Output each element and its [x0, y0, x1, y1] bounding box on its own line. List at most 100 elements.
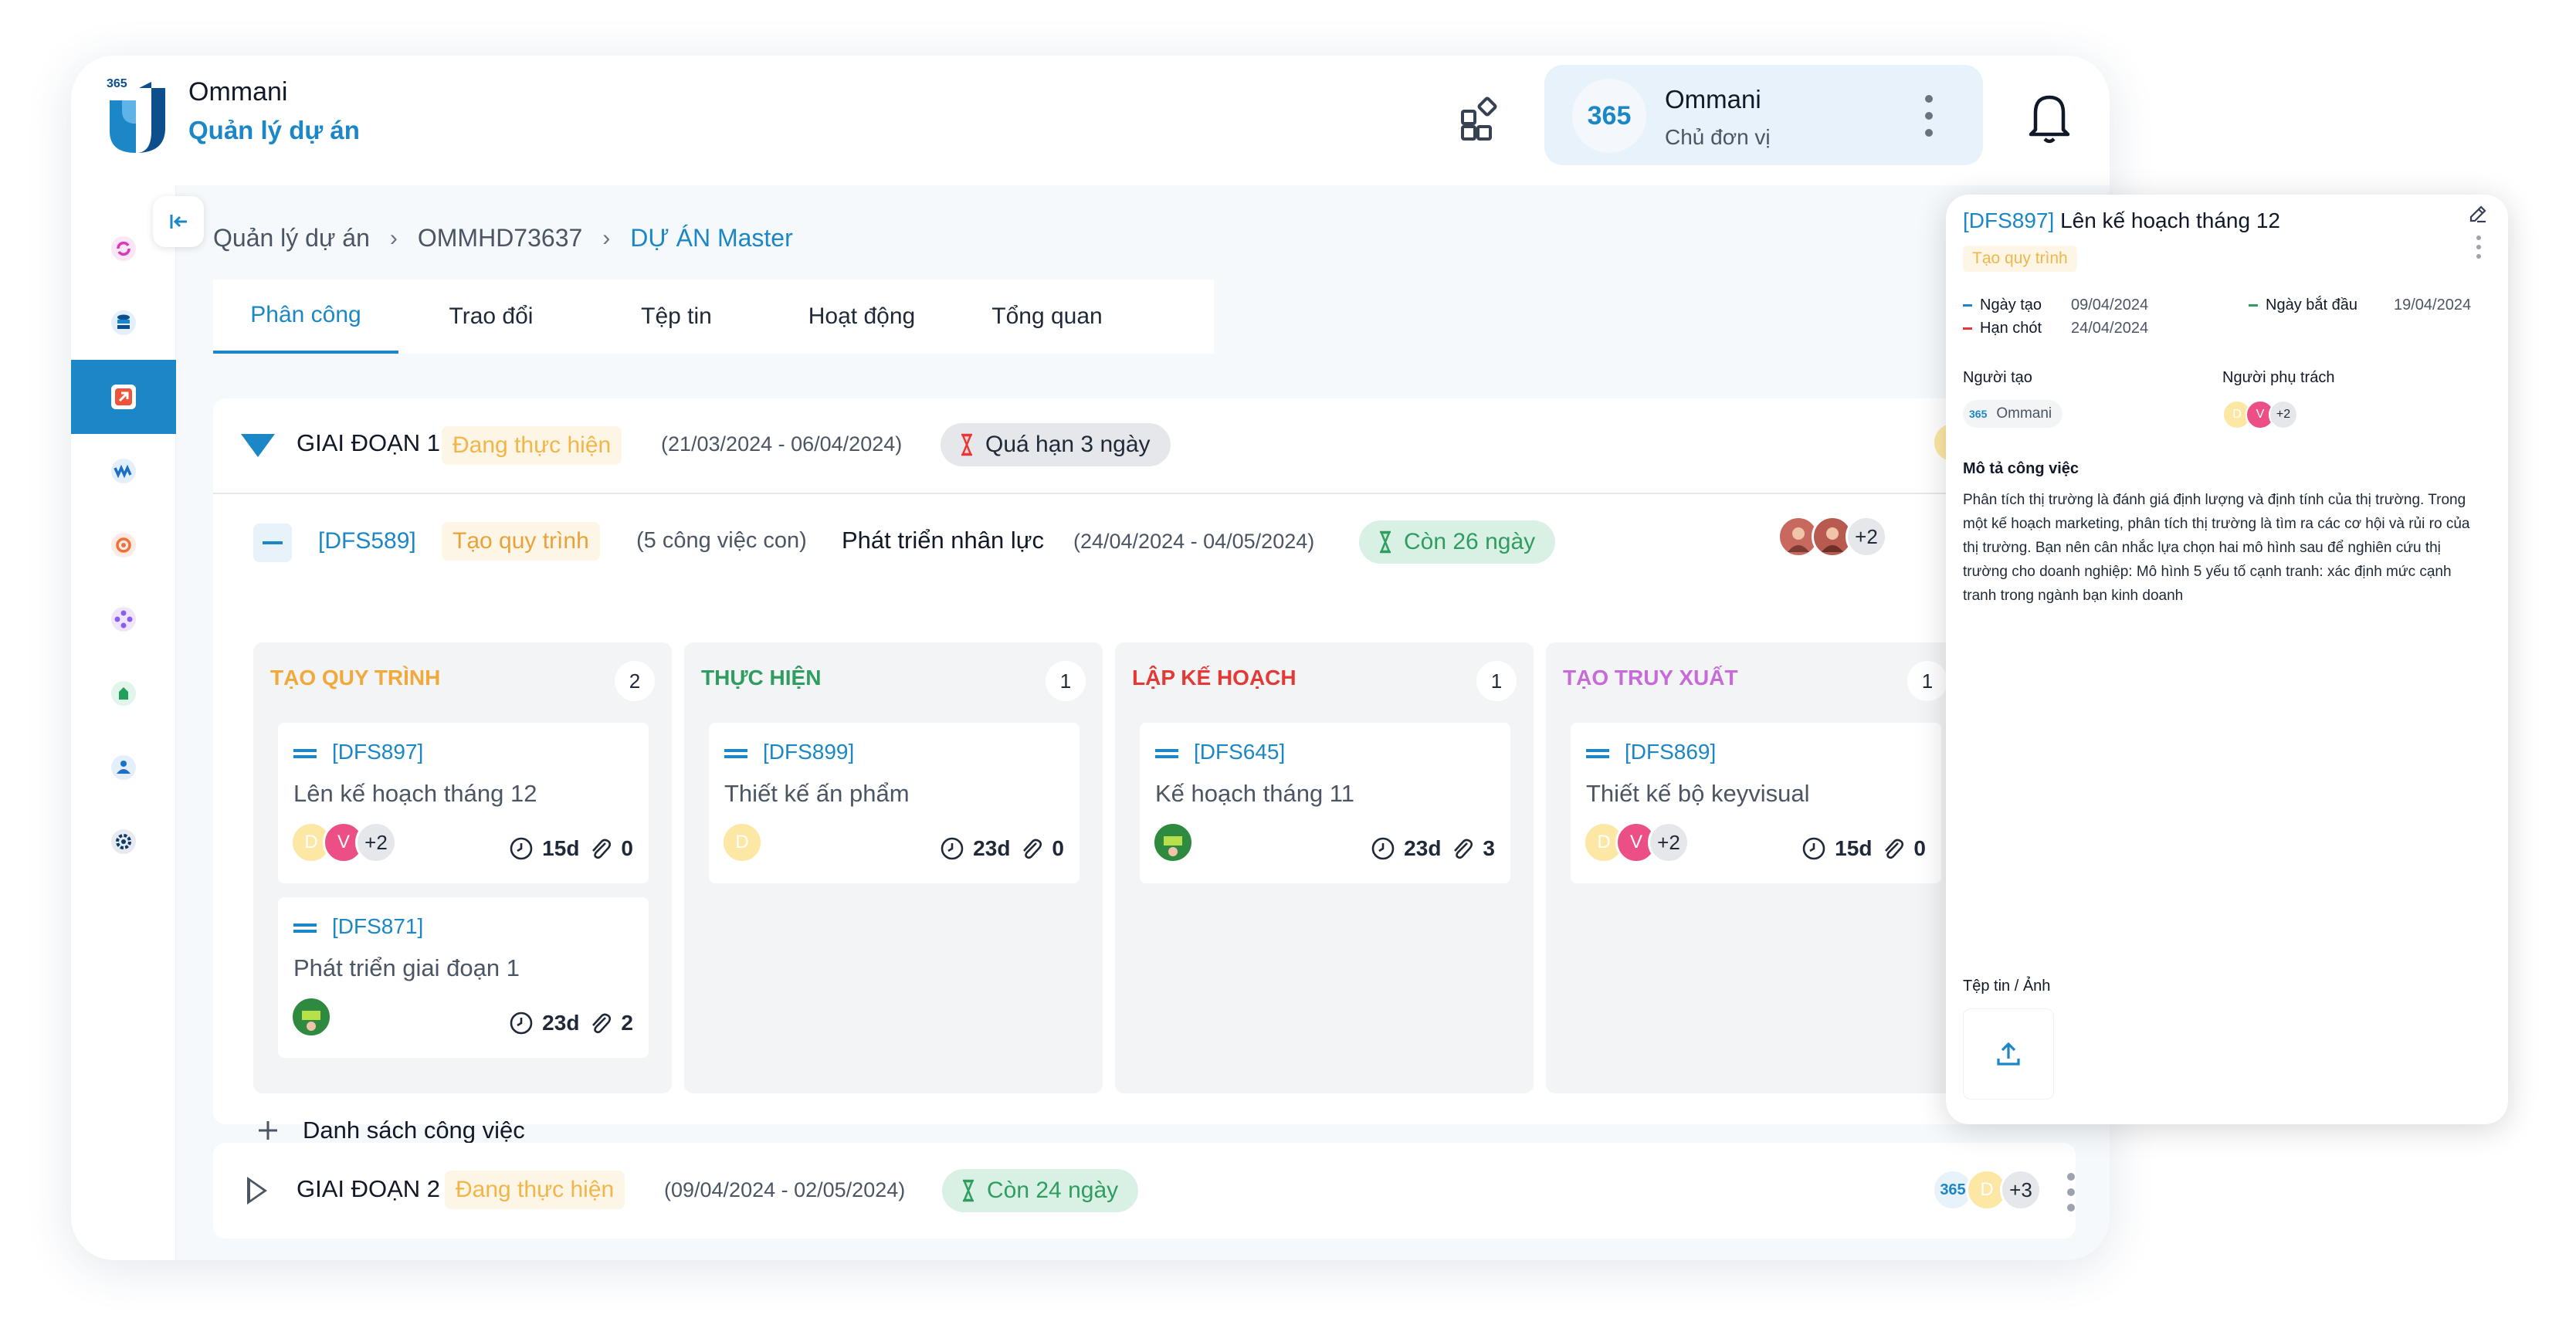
task-duration: 23d	[542, 1011, 580, 1035]
caret-down-icon[interactable]	[241, 434, 275, 457]
created-label: Ngày tạo	[1963, 297, 2042, 314]
avatar-more[interactable]: +2	[1846, 516, 1887, 557]
bell-icon[interactable]	[2025, 90, 2074, 145]
task-code[interactable]: [DFS869]	[1625, 740, 1716, 764]
remaining-text: Còn 26 ngày	[1404, 529, 1536, 554]
task-attachments: 2	[621, 1011, 633, 1035]
task-meta: 15d 0	[508, 835, 633, 862]
more-vertical-icon[interactable]	[1921, 91, 1937, 141]
task-code[interactable]: [DFS897]	[332, 740, 423, 764]
priority-icon	[293, 923, 317, 933]
detail-code[interactable]: [DFS897]	[1963, 208, 2054, 232]
kanban-column: THỰC HIỆN 1 [DFS899] Thiết kế ấn phẩm D …	[684, 642, 1103, 1093]
group-tag: Tạo quy trình	[442, 522, 600, 561]
tab-hoat-dong[interactable]: Hoạt động	[769, 280, 954, 354]
collapse-sidebar-button[interactable]	[153, 196, 204, 247]
start-label: Ngày bắt đầu	[2249, 297, 2357, 314]
sidebar-item-wave[interactable]	[71, 434, 176, 508]
avatar[interactable]: D	[721, 822, 763, 863]
sync-icon	[111, 236, 136, 261]
detail-name: Lên kế hoạch tháng 12	[2060, 208, 2280, 232]
task-card[interactable]: [DFS871] Phát triển giai đoạn 1 23d 2	[278, 897, 649, 1058]
avatar-more[interactable]: +3	[2000, 1169, 2042, 1211]
phase-card: GIAI ĐOẠN 1 Đang thực hiện (21/03/2024 -…	[213, 398, 2076, 1144]
breadcrumb: Quản lý dự án › OMMHD73637 › DỰ ÁN Maste…	[213, 224, 793, 252]
sidebar-item-projects[interactable]	[71, 360, 176, 434]
app-window: 365 Ommani Quản lý dự án 365 Ommani Chủ …	[71, 56, 2110, 1260]
clock-icon	[1371, 837, 1395, 860]
avatar-more[interactable]: +2	[1648, 822, 1690, 863]
paperclip-icon	[1885, 839, 1904, 859]
task-name[interactable]: Thiết kế ấn phẩm	[724, 780, 910, 808]
account-avatar: 365	[1572, 79, 1646, 153]
add-task-list-button[interactable]: Danh sách công việc	[256, 1117, 525, 1144]
avatar-more[interactable]: +2	[355, 822, 397, 863]
task-code[interactable]: [DFS645]	[1194, 740, 1285, 764]
task-code[interactable]: [DFS899]	[763, 740, 854, 764]
tab-phan-cong[interactable]: Phân công	[213, 280, 398, 354]
task-card[interactable]: [DFS645] Kế hoạch tháng 11 23d 3	[1140, 723, 1510, 883]
sidebar-item-settings[interactable]	[71, 805, 176, 879]
upload-button[interactable]	[1963, 1008, 2054, 1100]
task-name[interactable]: Lên kế hoạch tháng 12	[293, 780, 537, 808]
creator-label: Người tạo	[1963, 369, 2032, 386]
edit-pencil-icon[interactable]	[2468, 204, 2488, 224]
sidebar-item-database[interactable]	[71, 286, 176, 360]
status-badge: Đang thực hiện	[442, 426, 622, 465]
phase-dates: (09/04/2024 - 02/05/2024)	[664, 1178, 906, 1201]
avatar[interactable]	[290, 996, 332, 1038]
wave-icon	[111, 459, 136, 483]
task-name[interactable]: Phát triển giai đoạn 1	[293, 954, 520, 982]
account-avatar-text: 365	[1587, 100, 1632, 130]
more-vertical-icon[interactable]	[2476, 235, 2482, 259]
tab-trao-doi[interactable]: Trao đổi	[398, 280, 584, 354]
task-card[interactable]: [DFS899] Thiết kế ấn phẩm D 23d 0	[709, 723, 1080, 883]
tab-bar: Phân công Trao đổi Tệp tin Hoạt động Tổn…	[213, 280, 1214, 354]
sidebar-item-people[interactable]	[71, 730, 176, 805]
phase-header[interactable]: GIAI ĐOẠN 1 Đang thực hiện (21/03/2024 -…	[213, 398, 2076, 494]
sidebar-item-finance[interactable]	[71, 656, 176, 730]
avatar-more[interactable]: +2	[2269, 400, 2298, 429]
task-duration: 15d	[542, 836, 580, 860]
group-code[interactable]: [DFS589]	[318, 528, 416, 554]
column-count: 1	[1907, 661, 1947, 701]
task-code[interactable]: [DFS871]	[332, 914, 423, 939]
breadcrumb-item[interactable]: Quản lý dự án	[213, 224, 370, 252]
more-vertical-icon[interactable]	[2066, 1171, 2076, 1214]
task-duration: 15d	[1835, 836, 1873, 860]
task-duration: 23d	[973, 836, 1011, 860]
module-name[interactable]: Quản lý dự án	[188, 116, 360, 145]
task-group-header[interactable]: [DFS589] Tạo quy trình (5 công việc con)…	[213, 494, 2076, 590]
column-title: THỰC HIỆN	[701, 666, 822, 690]
sidebar-item-network[interactable]	[71, 582, 176, 656]
collapse-group-button[interactable]	[253, 524, 292, 562]
tab-tong-quan[interactable]: Tổng quan	[954, 280, 1140, 354]
deadline-date: 24/04/2024	[2071, 320, 2149, 337]
account-role: Chủ đơn vị	[1665, 125, 1771, 149]
column-title: LẬP KẾ HOẠCH	[1132, 666, 1296, 690]
priority-icon	[1155, 749, 1178, 758]
phase-card[interactable]: GIAI ĐOẠN 2 Đang thực hiện (09/04/2024 -…	[213, 1143, 2076, 1239]
remaining-badge: Còn 24 ngày	[942, 1169, 1139, 1212]
creator-name: Ommani	[1996, 405, 2052, 422]
kanban-column: TẠO QUY TRÌNH 2 [DFS897] Lên kế hoạch th…	[253, 642, 672, 1093]
creator-chip[interactable]: 365 Ommani	[1963, 400, 2063, 428]
task-name[interactable]: Kế hoạch tháng 11	[1155, 780, 1354, 808]
breadcrumb-current[interactable]: DỰ ÁN Master	[630, 224, 792, 252]
team-logo-icon	[302, 1011, 320, 1031]
account-card[interactable]: 365 Ommani Chủ đơn vị	[1544, 65, 1983, 165]
clock-icon	[510, 837, 533, 860]
app-logo-icon[interactable]: 365	[105, 77, 170, 158]
task-card[interactable]: [DFS869] Thiết kế bộ keyvisual D V +2 15…	[1571, 723, 1941, 883]
task-card[interactable]: [DFS897] Lên kế hoạch tháng 12 D V +2 15…	[278, 723, 649, 883]
remaining-badge: Còn 26 ngày	[1359, 520, 1556, 564]
breadcrumb-item[interactable]: OMMHD73637	[418, 224, 582, 252]
group-subtask-count: (5 công việc con)	[636, 528, 807, 553]
apps-grid-icon[interactable]	[1458, 94, 1504, 141]
avatar[interactable]	[1152, 822, 1194, 863]
caret-right-inner	[250, 1181, 263, 1200]
tab-tep-tin[interactable]: Tệp tin	[584, 280, 769, 354]
chevron-right-icon: ›	[602, 225, 611, 251]
sidebar-item-target[interactable]	[71, 508, 176, 582]
task-name[interactable]: Thiết kế bộ keyvisual	[1586, 780, 1809, 808]
